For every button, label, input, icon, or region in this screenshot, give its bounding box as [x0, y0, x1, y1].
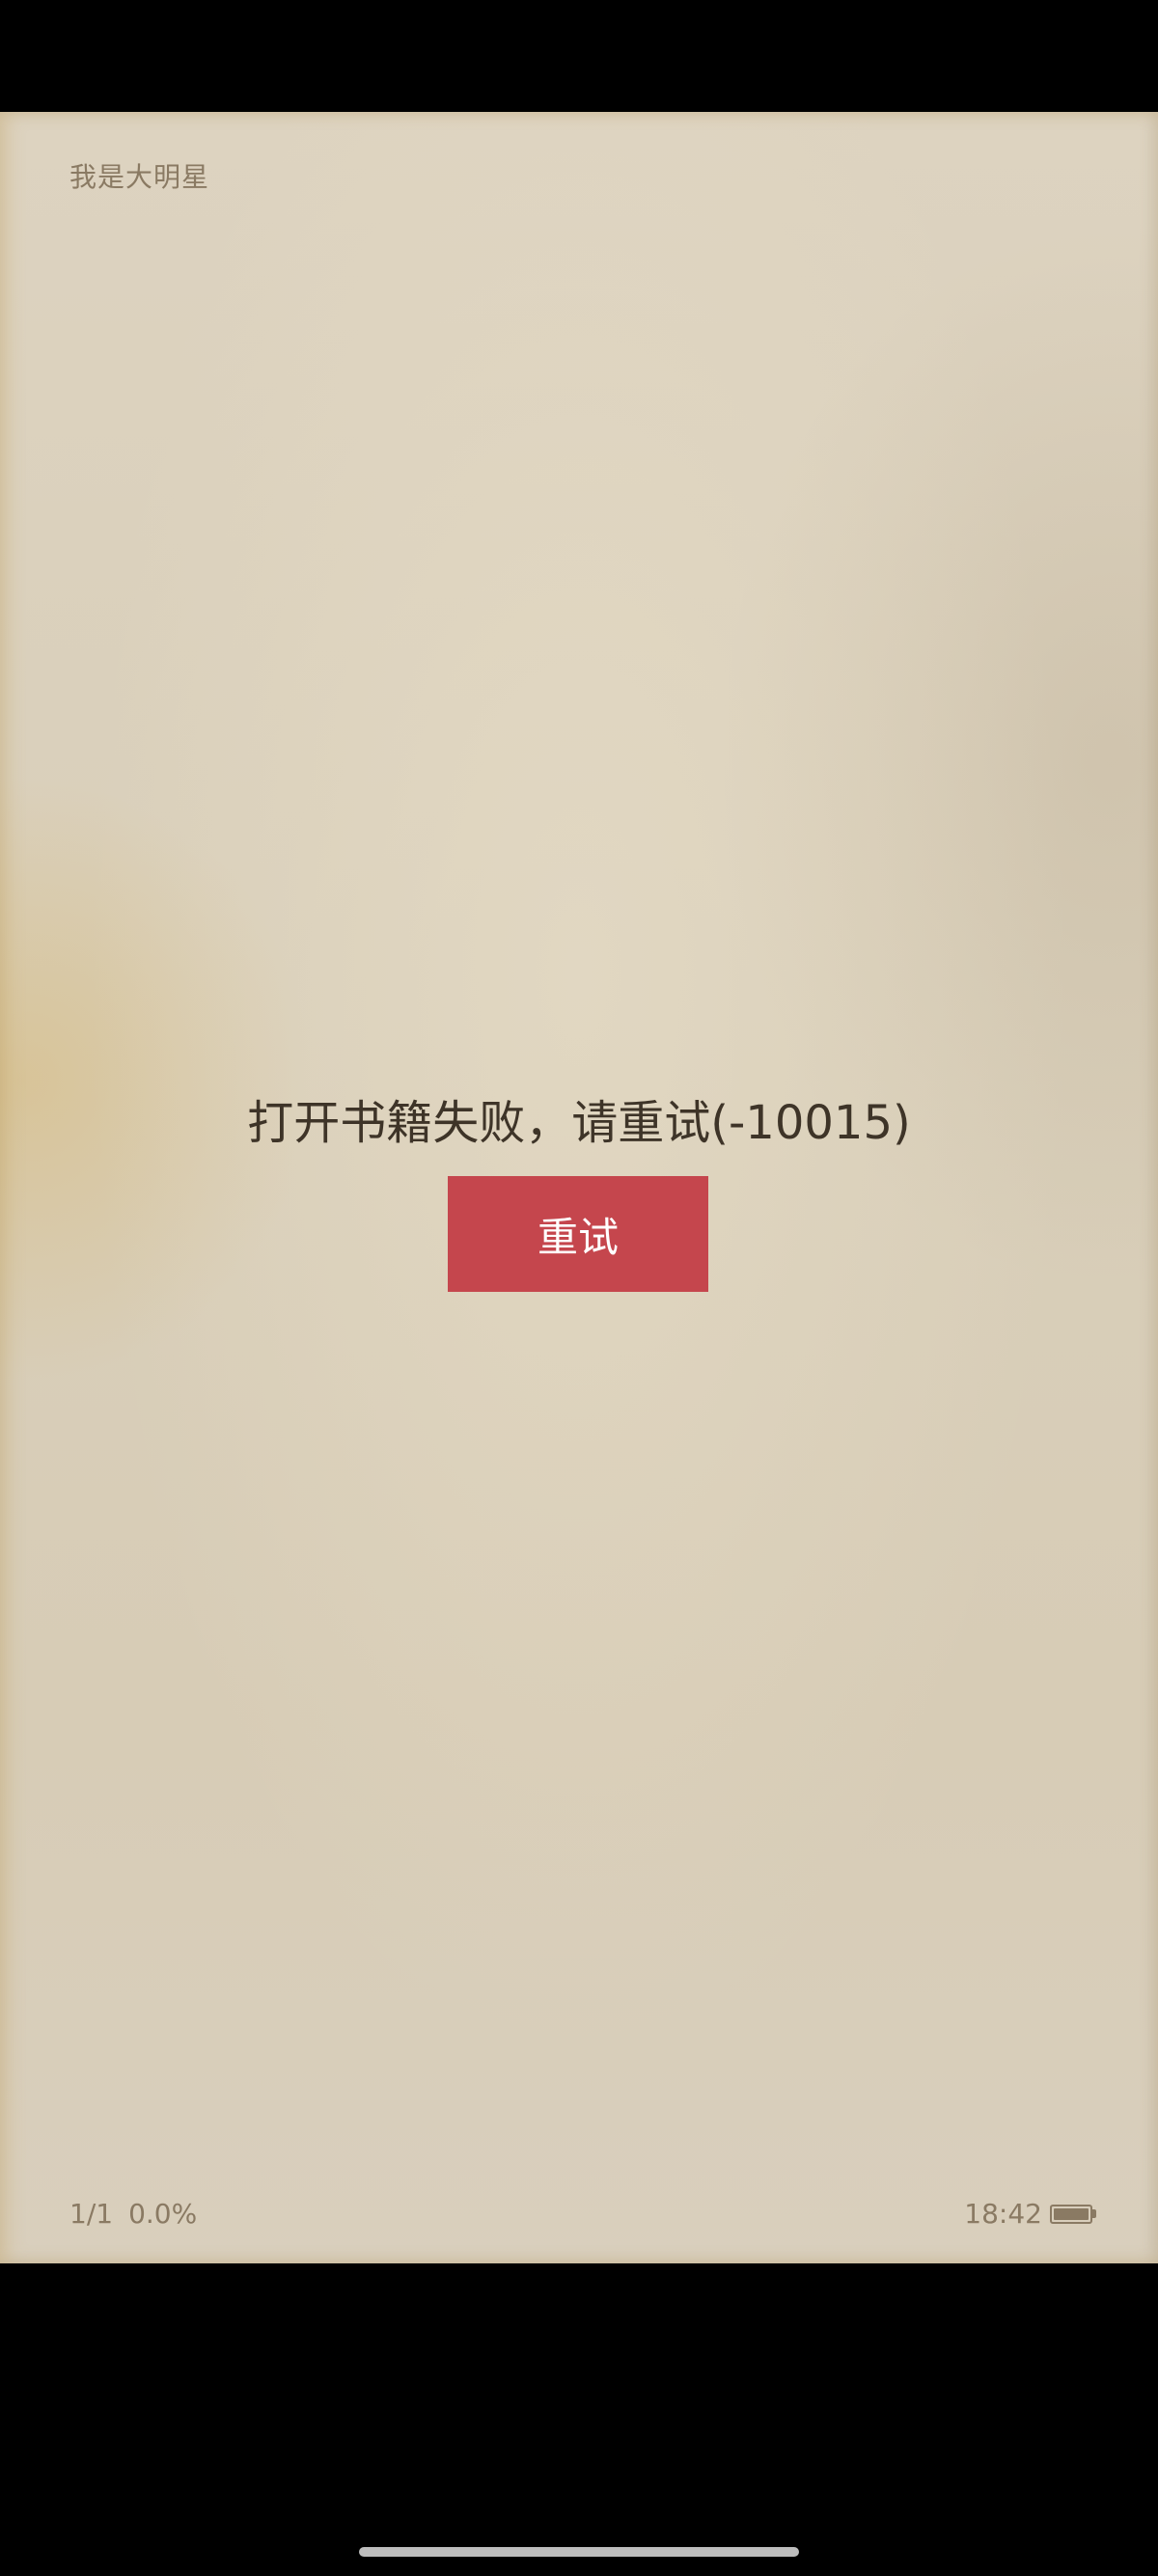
clock-time: 18:42: [964, 2198, 1042, 2230]
page-indicator: 1/1: [69, 2198, 114, 2230]
status-info: 18:42: [964, 2198, 1096, 2230]
reading-progress: 1/1 0.0%: [69, 2198, 197, 2230]
battery-body: [1050, 2204, 1092, 2224]
error-message: 打开书籍失败，请重试(-10015): [247, 1096, 911, 1150]
reader-page[interactable]: 我是大明星 打开书籍失败，请重试(-10015) 重试 1/1 0.0% 18:…: [0, 112, 1158, 2263]
progress-percent: 0.0%: [128, 2198, 198, 2230]
book-title: 我是大明星: [69, 161, 210, 193]
retry-button[interactable]: 重试: [448, 1176, 708, 1292]
battery-tip: [1092, 2209, 1096, 2218]
screen: 我是大明星 打开书籍失败，请重试(-10015) 重试 1/1 0.0% 18:…: [0, 0, 1158, 2576]
battery-fill: [1054, 2207, 1089, 2220]
battery-icon: [1050, 2204, 1096, 2224]
home-indicator[interactable]: [359, 2547, 799, 2557]
